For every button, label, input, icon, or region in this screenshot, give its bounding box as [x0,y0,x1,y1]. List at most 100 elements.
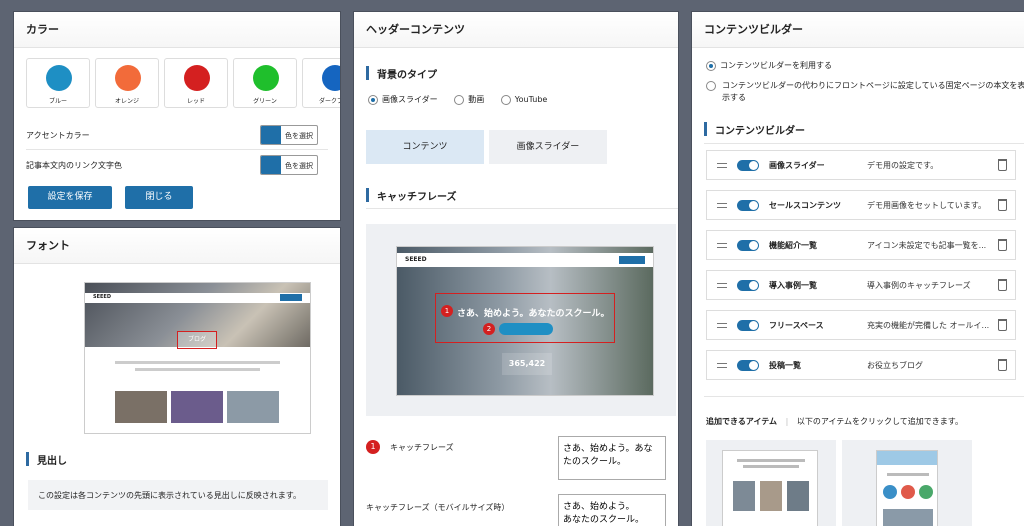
row-desc: デモ用画像をセットしています。 [867,201,986,210]
heading-section-title: 見出し [37,455,67,467]
swatch-label: ブルー [48,98,67,105]
mobile-catchphrase-textarea[interactable]: さあ、始めよう。 あなたのスクール。 [558,494,666,526]
preview-text-line [135,368,260,371]
drag-handle-icon[interactable] [717,283,727,288]
radio-icon [368,94,378,105]
hero-preview-image: SEEED 1 さあ、始めよう。あなたのスクール。 2 365,422 [396,246,654,396]
separator: | [785,417,789,426]
preview-button [499,323,553,335]
preview-navbar: SEEED [85,293,310,303]
preview-count: 365,422 [502,353,552,375]
accent-color-picker[interactable]: 色を選択 [260,125,318,145]
drag-handle-icon[interactable] [717,203,727,208]
add-item-card[interactable] [842,440,972,526]
thumb-image [787,481,809,511]
tab-image-slider[interactable]: 画像スライダー [489,130,607,164]
accent-color-row: アクセントカラー 色を選択 [26,120,328,150]
section-bar [704,122,707,136]
preview-logo: SEEED [405,256,427,263]
builder-row[interactable]: 画像スライダー デモ用の設定です。 [706,150,1016,180]
link-color-row: 記事本文内のリンク文字色 色を選択 [26,150,328,180]
radio-use-static-page[interactable]: コンテンツビルダーの代わりにフロントページに設定している固定ページの本文を表示す… [706,80,1024,104]
row-name: 機能紹介一覧 [769,241,817,250]
row-name: 投稿一覧 [769,361,801,370]
trash-icon[interactable] [998,159,1007,171]
preview-card-image [115,391,167,423]
swatch-label: ダークブル [318,98,340,105]
swatch-label: グリーン [253,98,277,105]
toggle-switch[interactable] [737,200,759,211]
toggle-switch[interactable] [737,240,759,251]
swatch-darkblue[interactable]: ダークブル [302,58,340,108]
header-content-panel: ヘッダーコンテンツ 背景のタイプ 画像スライダー 動画 YouTube コンテン… [354,12,678,526]
radio-use-builder[interactable]: コンテンツビルダーを利用する [706,60,832,71]
trash-icon[interactable] [998,199,1007,211]
mobile-catchphrase-label: キャッチフレーズ（モバイルサイズ時） [366,503,510,512]
add-item-thumbnail [722,450,818,526]
preview-navbar: SEEED [397,253,653,267]
builder-row[interactable]: セールスコンテンツ デモ用画像をセットしています。 [706,190,1016,220]
font-panel-title: フォント [14,228,340,264]
builder-section: コンテンツビルダー [704,120,805,138]
radio-icon [454,94,465,105]
divider [704,396,1024,397]
radio-label: 画像スライダー [382,95,438,104]
catchphrase-title: キャッチフレーズ [377,191,457,203]
add-item-card[interactable] [706,440,836,526]
tab-content[interactable]: コンテンツ [366,130,484,164]
catchphrase-textarea[interactable]: さあ、始めよう。あな たのスクール。 [558,436,666,480]
preview-heading-highlight: ブログ [177,331,217,349]
add-item-thumbnail [876,450,938,526]
blue-color-dot [46,65,72,91]
trash-icon[interactable] [998,359,1007,371]
row-name: 画像スライダー [769,161,825,170]
bg-type-title: 背景のタイプ [377,69,437,81]
radio-video[interactable]: 動画 [454,94,485,105]
swatch-green[interactable]: グリーン [233,58,297,108]
save-settings-button[interactable]: 設定を保存 [28,186,112,209]
catchphrase-section: キャッチフレーズ [366,186,457,204]
picker-label: 色を選択 [285,162,313,170]
font-preview-image: SEEED ブログ [84,282,311,434]
drag-handle-icon[interactable] [717,163,727,168]
builder-row[interactable]: 機能紹介一覧 アイコン未設定でも記事一覧を... [706,230,1016,260]
section-bar [26,452,29,466]
divider [366,208,678,209]
swatch-label: オレンジ [114,98,139,105]
trash-icon[interactable] [998,239,1007,251]
thumb-image [883,509,933,526]
radio-image-slider[interactable]: 画像スライダー [368,94,438,105]
radio-youtube[interactable]: YouTube [500,94,547,105]
toggle-switch[interactable] [737,280,759,291]
builder-row[interactable]: フリースペース 充実の機能が完備した オールイ... [706,310,1016,340]
row-desc: お役立ちブログ [867,361,923,370]
toggle-switch[interactable] [737,320,759,331]
trash-icon[interactable] [998,279,1007,291]
color-panel-title: カラー [14,12,340,48]
preview-cta [280,294,302,301]
row-desc: 充実の機能が完備した オールイ... [867,321,990,330]
toggle-switch[interactable] [737,160,759,171]
swatch-orange[interactable]: オレンジ [95,58,159,108]
font-panel: フォント SEEED ブログ 見出し この設定は各コンテンツの先頭に表示されてい… [14,228,340,526]
trash-icon[interactable] [998,319,1007,331]
darkblue-color-dot [322,65,340,91]
builder-row[interactable]: 投稿一覧 お役立ちブログ [706,350,1016,380]
thumb-circle [919,485,933,499]
swatch-blue[interactable]: ブルー [26,58,90,108]
drag-handle-icon[interactable] [717,243,727,248]
close-button[interactable]: 閉じる [125,186,193,209]
swatch-red[interactable]: レッド [164,58,228,108]
link-color-picker[interactable]: 色を選択 [260,155,318,175]
drag-handle-icon[interactable] [717,323,727,328]
radio-label: 動画 [468,95,485,104]
builder-row[interactable]: 導入事例一覧 導入事例のキャッチフレーズ [706,270,1016,300]
swatch-list: ブルー オレンジ レッド グリーン ダークブル [14,48,340,120]
bg-type-options: 画像スライダー 動画 YouTube [368,94,547,105]
toggle-switch[interactable] [737,360,759,371]
row-name: 導入事例一覧 [769,281,817,290]
drag-handle-icon[interactable] [717,363,727,368]
red-color-dot [184,65,210,91]
thumb-line [743,465,799,468]
builder-panel-title: コンテンツビルダー [692,12,1024,48]
